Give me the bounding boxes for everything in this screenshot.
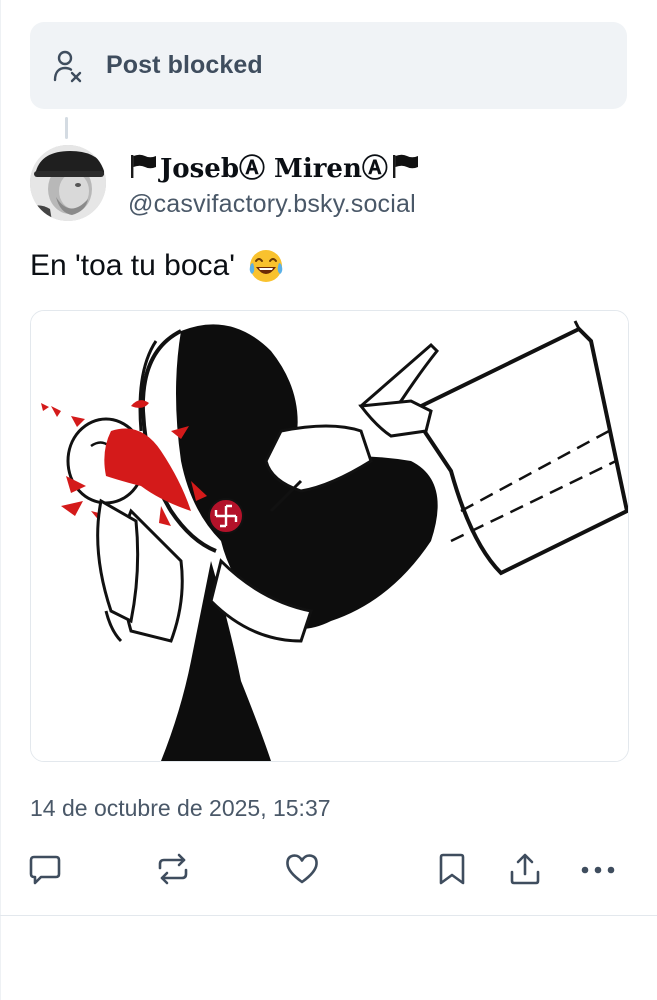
share-button[interactable]	[503, 849, 547, 893]
more-options-button[interactable]	[576, 849, 620, 893]
like-button[interactable]	[280, 849, 324, 893]
post-divider	[0, 915, 657, 916]
bookmark-button[interactable]	[430, 849, 474, 893]
black-flag-icon	[128, 153, 158, 179]
repost-button[interactable]	[151, 849, 195, 893]
heart-icon	[284, 852, 320, 891]
display-name-text: JosebⒶ MirenⒶ	[160, 153, 388, 184]
share-icon	[508, 852, 542, 891]
post-timestamp[interactable]: 14 de octubre de 2025, 15:37	[30, 795, 331, 822]
post-text: En 'toa tu boca'	[30, 247, 285, 285]
author-handle[interactable]: @casvifactory.bsky.social	[128, 190, 420, 219]
person-x-icon	[52, 49, 82, 83]
laughing-tears-emoji	[247, 247, 285, 285]
black-flag-icon	[390, 153, 420, 179]
post-text-content: En 'toa tu boca'	[30, 249, 235, 282]
speech-bubble-icon	[28, 852, 62, 891]
more-dots-icon	[580, 862, 616, 880]
author-display-name[interactable]: JosebⒶ MirenⒶ	[128, 148, 420, 184]
cartoon-image[interactable]	[30, 310, 629, 762]
reply-button[interactable]	[23, 849, 67, 893]
avatar[interactable]	[30, 145, 106, 221]
post-author[interactable]: JosebⒶ MirenⒶ @casvifactory.bsky.social	[128, 148, 420, 219]
post-blocked-notice[interactable]: Post blocked	[30, 22, 627, 109]
bookmark-icon	[437, 852, 467, 891]
repost-icon	[156, 852, 190, 891]
thread-connector	[65, 117, 68, 139]
post-blocked-label: Post blocked	[106, 51, 263, 79]
post-actions-bar	[0, 845, 657, 897]
